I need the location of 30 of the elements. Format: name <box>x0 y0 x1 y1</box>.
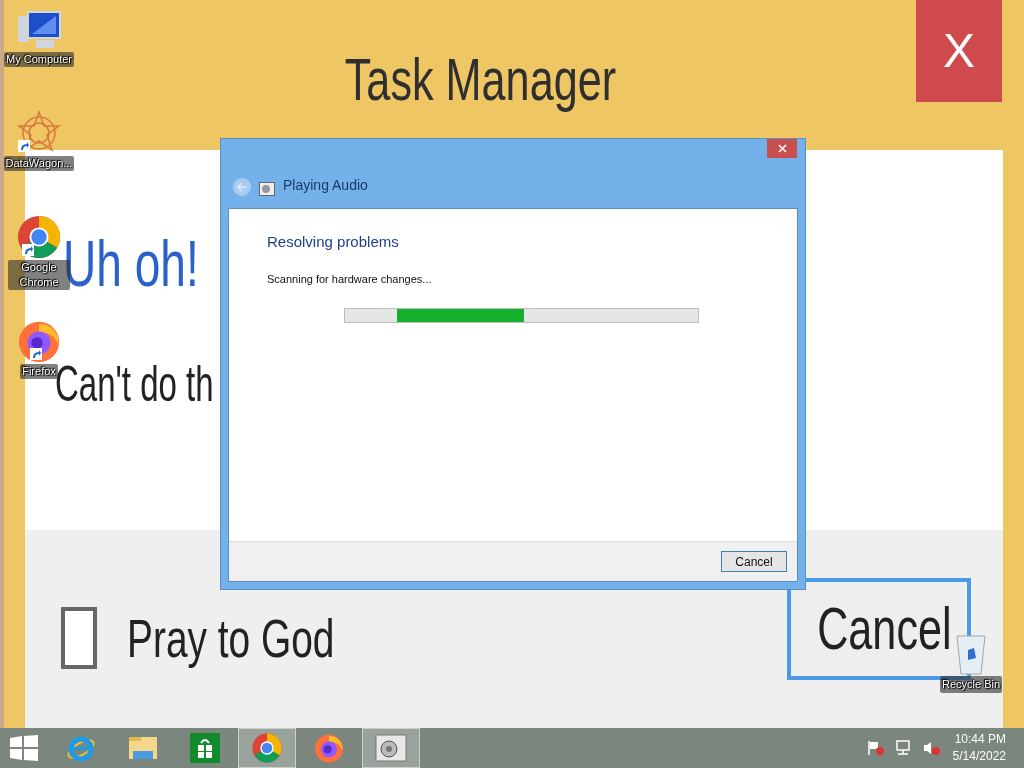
network-icon <box>894 740 913 756</box>
store-icon <box>190 733 220 763</box>
checkbox[interactable] <box>61 607 97 669</box>
clock-date[interactable]: 5/14/2022 <box>952 748 1006 765</box>
speaker-muted-icon <box>922 740 941 756</box>
chrome-icon <box>251 732 283 764</box>
close-button[interactable]: X <box>916 0 1002 102</box>
audio-troubleshooter-icon <box>375 734 407 762</box>
dialog-title: Playing Audio <box>283 176 368 195</box>
checkbox-label: Pray to God <box>127 607 335 670</box>
window-title: Task Manager <box>344 45 616 115</box>
close-button[interactable] <box>767 139 797 158</box>
dialog-heading: Resolving problems <box>267 232 400 252</box>
desktop-icon-label[interactable]: My Computer <box>4 52 74 67</box>
back-arrow-icon <box>237 182 247 192</box>
flag-error-icon <box>866 740 885 756</box>
desktop-icon-label[interactable]: Firefox <box>20 364 58 379</box>
desktop-icon-label[interactable]: Recycle Bin <box>940 676 1003 693</box>
desktop-icon-label[interactable]: DataWagon... <box>3 156 75 171</box>
cancel-button[interactable]: Cancel <box>787 578 971 680</box>
firefox-icon <box>313 732 345 764</box>
status-text: Scanning for hardware changes... <box>267 271 433 287</box>
close-icon <box>777 144 787 153</box>
audio-icon <box>259 182 275 196</box>
clock-time[interactable]: 10:44 PM <box>954 731 1006 748</box>
taskbar-button[interactable] <box>362 728 420 768</box>
windows-logo-icon <box>10 735 38 761</box>
taskbar-button[interactable] <box>238 728 296 768</box>
cancel-button[interactable]: Cancel <box>721 551 787 572</box>
message-text: Can't do th <box>55 355 214 414</box>
